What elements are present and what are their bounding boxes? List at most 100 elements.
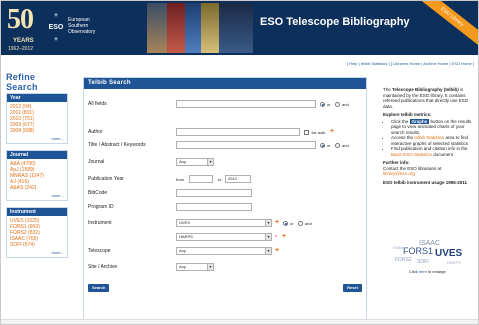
metrics-bullet: Click the Graphs button on the results p… [391,118,475,136]
anniv-years: YEARS [13,38,34,44]
site-archive-select[interactable]: Any ▾ [176,263,214,271]
info-intro: The Telescope Bibliography (telbib) is m… [383,87,475,109]
or-label: or [327,143,331,148]
more-link[interactable]: more... [7,250,67,257]
journal-select[interactable]: Any ▾ [176,158,214,166]
row-telescope: Telescope Any ▾ + [88,247,364,256]
cloud-word: UVES [435,248,463,259]
remove-instrument-minus-icon[interactable]: - [275,233,277,240]
telescope-select-value: Any [179,248,186,253]
row-author: Author 1st auth. + [88,128,364,137]
facet-item[interactable]: SOFI (574) [10,242,64,248]
facet-item[interactable]: A&AS (242) [10,185,64,191]
telescope-select[interactable]: Any ▾ [176,247,272,255]
instrument-label: Instrument [88,220,112,226]
facet-item[interactable]: 2008 (688) [10,128,64,134]
svg-text:+: + [54,37,58,43]
add-author-plus-icon[interactable]: + [330,128,334,135]
footer-bar [1,319,478,324]
and-label: and [305,221,312,226]
row-pubyear: Publication Year from to 2012 [88,175,364,184]
corner-ribbon[interactable]: ESO Library [412,1,478,51]
metrics-bullet: Access the telbib Statistics area to fin… [391,135,475,146]
metrics-bullet: Find publication and citation info in th… [391,146,475,157]
telbib-statistics-link[interactable]: telbib Statistics [414,135,444,140]
chevron-down-icon: ▾ [265,220,271,226]
instrument-or-radio[interactable] [283,221,288,226]
top-links[interactable]: [ Help | telbib Statistics ] [ Libraries… [347,61,474,66]
eso-logo-icon[interactable]: ESO + + [47,9,65,45]
instrument-select-2[interactable]: HARPS ▾ [176,233,272,241]
all-fields-or-radio[interactable] [320,102,325,107]
add-telescope-plus-icon[interactable]: + [275,247,279,254]
row-journal: Journal Any ▾ [88,158,364,167]
row-instrument-2: HARPS ▾ - + [88,233,364,242]
and-label: and [342,102,349,107]
facet-heading: Journal [7,151,67,159]
all-fields-input[interactable] [176,100,316,108]
first-author-checkbox[interactable] [304,130,309,135]
or-label: or [327,102,331,107]
info-text: Telescope Bibliography (telbib) [392,87,459,92]
title-or-radio[interactable] [320,143,325,148]
svg-text:+: + [54,13,58,19]
year-to-input[interactable]: 2012 [225,175,251,183]
more-link[interactable]: more... [7,136,67,143]
metrics-heading: Explore telbib metrics: [383,112,432,117]
instrument-usage-word-cloud[interactable]: ISAAC FORS1 UVES FORS2 SOFI EMMI HARPS [389,237,469,267]
title-and-radio[interactable] [335,143,340,148]
info-text: document [432,151,454,157]
title-abstract-label: Title / Abstract / Keywords [88,142,146,148]
cloud-word: SOFI [417,259,429,265]
refine-search-sidebar: Refine Search Year 2012 (94) 2011 (801) … [6,72,68,264]
more-link[interactable]: more... [7,193,67,200]
chevron-down-icon: ▾ [207,264,213,270]
programid-input[interactable] [176,203,252,211]
or-label: or [290,221,294,226]
and-label: and [342,143,349,148]
cloud-word: FORS1 [403,246,433,256]
programid-label: Program ID [88,204,114,210]
instrument-and-radio[interactable] [298,221,303,226]
to-label: to [218,177,222,182]
add-instrument-plus-icon[interactable]: + [275,219,279,226]
site-select-value: Any [179,264,186,269]
reset-button[interactable]: Reset [343,284,362,292]
library-email-link[interactable]: library@eso.org [383,171,475,177]
instrument-select-1[interactable]: UVES ▾ [176,219,272,227]
from-label: from [176,177,184,182]
all-fields-label: All fields [88,101,107,107]
chevron-down-icon: ▾ [265,248,271,254]
enlarge-link[interactable]: here [419,269,427,274]
eso-50-years-logo: 50 YEARS 1962–2012 [5,4,47,54]
info-text: Click [409,269,419,274]
info-text: Find publication and citation info in th… [391,146,468,151]
cloud-word: EMMI [393,245,403,250]
cloud-word: FORS2 [395,257,412,263]
header-image-strip [147,3,253,53]
journal-cover-photo [167,3,185,53]
bibcode-input[interactable] [176,189,252,197]
enlarge-caption: Click here to enlarge [409,269,446,274]
year-from-input[interactable] [189,175,213,183]
cloud-word: HARPS [447,260,461,265]
search-button[interactable]: Search [88,284,110,292]
form-title: Telbib Search [84,78,366,89]
info-text: Access the [391,135,415,140]
pubyear-label: Publication Year [88,176,124,182]
info-text: Click the [391,118,410,124]
info-text: The [383,87,393,92]
svg-text:ESO: ESO [49,24,64,31]
author-input[interactable] [176,128,300,136]
all-fields-and-radio[interactable] [335,102,340,107]
add-instrument-plus-icon[interactable]: + [282,233,286,240]
row-programid: Program ID [88,203,364,212]
chevron-down-icon: ▾ [207,159,213,165]
page-title: ESO Telescope Bibliography [260,16,410,28]
site-archive-label: Site / Archive [88,264,118,270]
basic-statistics-link[interactable]: Basic ESO Statistics [391,152,432,157]
title-abstract-input[interactable] [176,141,316,149]
journal-select-value: Any [179,159,186,164]
row-bibcode: BibCode [88,189,364,198]
info-text: to enlarge [426,269,446,274]
